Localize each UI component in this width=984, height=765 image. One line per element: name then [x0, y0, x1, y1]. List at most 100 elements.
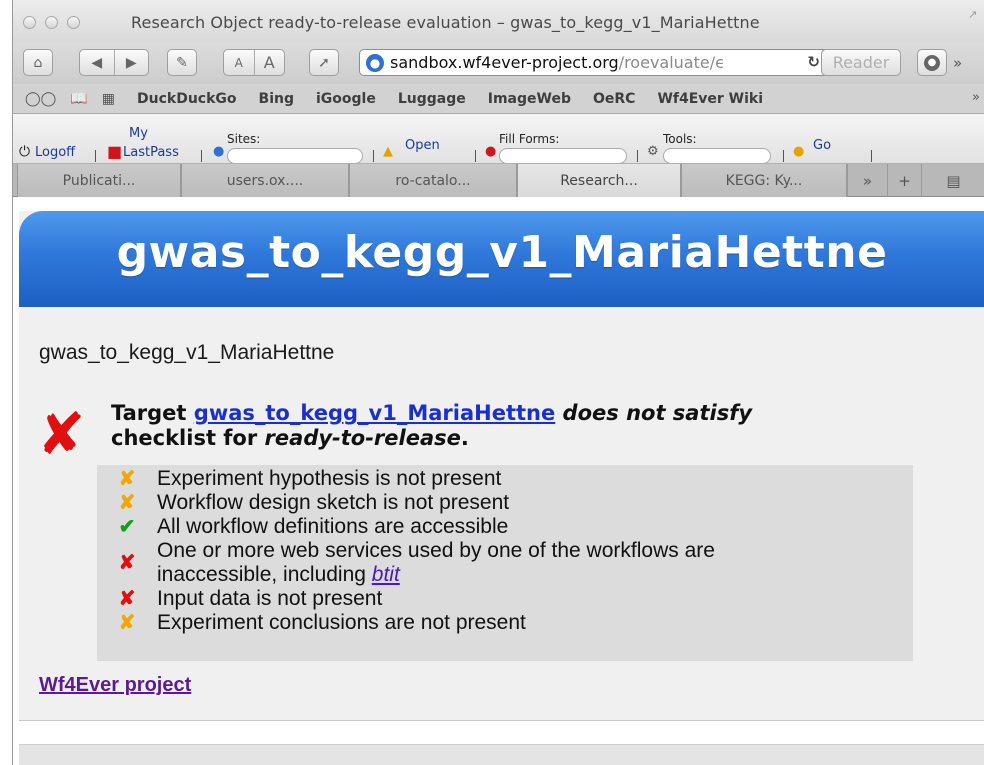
checklist-item: ✔ All workflow definitions are accessibl… — [97, 515, 913, 539]
power-icon: ⏻ — [19, 144, 31, 160]
bookmark-wf4ever-wiki[interactable]: Wf4Ever Wiki — [657, 91, 763, 107]
checklist-item-text: All workflow definitions are accessible — [157, 515, 509, 538]
lp-divider — [201, 150, 202, 162]
title-bar: Research Object ready-to-release evaluat… — [13, 0, 984, 42]
tab-kegg[interactable]: KEGG: Ky... — [681, 164, 847, 197]
checklist-item: ✘ Experiment hypothesis is not present — [97, 467, 913, 491]
lp-divider — [871, 150, 872, 162]
go-icon: ● — [793, 144, 805, 159]
bookmark-oerc[interactable]: OeRC — [593, 91, 635, 107]
fill-forms-label: Fill Forms: — [499, 132, 560, 146]
lp-divider — [475, 150, 476, 162]
tab-users-ox[interactable]: users.ox.... — [181, 164, 349, 197]
fail-cross-icon: ✘ — [118, 588, 136, 610]
bookmark-luggage[interactable]: Luggage — [398, 91, 466, 107]
new-tab-icon[interactable]: + — [887, 164, 921, 197]
checklist-item: ✘ Input data is not present — [97, 587, 913, 611]
window-title: Research Object ready-to-release evaluat… — [131, 13, 760, 32]
research-object-name: gwas_to_kegg_v1_MariaHettne — [39, 341, 335, 364]
bookmark-bing[interactable]: Bing — [259, 91, 294, 107]
tab-ro-catalog[interactable]: ro-catalo... — [349, 164, 517, 197]
close-window-button[interactable] — [23, 16, 36, 29]
lastpass-logo-icon: ■ — [107, 142, 123, 161]
title-banner: gwas_to_kegg_v1_MariaHettne — [19, 211, 984, 307]
url-host: sandbox.wf4ever-project.org — [390, 53, 619, 72]
lp-divider — [373, 150, 374, 162]
zoom-window-button[interactable] — [67, 16, 80, 29]
bookmarks-overflow-icon[interactable]: » — [972, 90, 980, 105]
lp-divider — [95, 150, 96, 162]
toolbar-overflow-icon[interactable]: » — [953, 54, 962, 72]
globe-icon: ● — [366, 53, 384, 72]
bookmark-duckduckgo[interactable]: DuckDuckGo — [137, 91, 237, 107]
sites-dropdown[interactable] — [227, 148, 363, 163]
fail-cross-icon: ✘ — [37, 400, 86, 468]
fail-cross-icon: ✘ — [118, 552, 136, 574]
fill-forms-dropdown[interactable] — [499, 148, 627, 163]
warning-cross-icon: ✘ — [118, 612, 136, 634]
status-strip — [19, 744, 984, 765]
pencil-icon: ✎ — [176, 54, 188, 71]
wf4ever-project-link[interactable]: Wf4Ever project — [39, 674, 191, 697]
edit-button[interactable]: ✎ — [167, 49, 197, 76]
lp-divider — [637, 150, 638, 162]
larger-text-button[interactable]: A — [255, 53, 285, 72]
tools-icon: ⚙ — [647, 144, 659, 159]
my-lastpass-button[interactable]: LastPass — [123, 145, 179, 160]
home-button[interactable]: ⌂ — [23, 49, 53, 76]
banner-title: gwas_to_kegg_v1_MariaHettne — [116, 227, 888, 278]
toolbar: ⌂ ◀ ▶ ✎ A A ➚ ● sandbox.wf4ever-project.… — [13, 42, 984, 84]
reload-icon[interactable]: ↻ — [807, 53, 820, 71]
checklist-item-text: Experiment conclusions are not present — [157, 611, 526, 634]
browser-window: Research Object ready-to-release evaluat… — [12, 0, 984, 765]
fullscreen-icon[interactable]: ↗ — [968, 8, 982, 22]
verdict-suffix: . — [460, 426, 469, 450]
warning-cross-icon: ✘ — [118, 468, 136, 490]
logoff-button[interactable]: Logoff — [35, 145, 75, 160]
checklist-item: ✘ One or more web services used by one o… — [97, 539, 913, 587]
forward-button[interactable]: ▶ — [115, 55, 149, 71]
minimize-window-button[interactable] — [45, 16, 58, 29]
tab-research[interactable]: Research... — [517, 164, 681, 197]
checklist-item: ✘ Experiment conclusions are not present — [97, 611, 913, 635]
go-button[interactable]: Go — [813, 138, 831, 153]
share-button[interactable]: ➚ — [309, 49, 339, 76]
checklist-results: ✘ Experiment hypothesis is not present ✘… — [97, 465, 913, 661]
checklist-item-text: Workflow design sketch is not present — [157, 491, 510, 514]
checklist-item-text: One or more web services used by one of … — [157, 539, 715, 587]
checklist-item: ✘ Workflow design sketch is not present — [97, 491, 913, 515]
top-sites-grid-icon[interactable]: ▦ — [102, 91, 115, 107]
home-icon: ⌂ — [33, 54, 43, 71]
open-button[interactable]: Open — [405, 138, 440, 153]
checklist-item-text: Experiment hypothesis is not present — [157, 467, 502, 490]
checklist-item-text: Input data is not present — [157, 587, 383, 610]
reading-list-icon[interactable]: ◯◯ — [25, 91, 56, 107]
reader-button[interactable]: Reader — [821, 49, 901, 76]
fill-forms-icon: ● — [485, 144, 497, 159]
service-link-btit[interactable]: btit — [372, 563, 400, 586]
target-link[interactable]: gwas_to_kegg_v1_MariaHettne — [194, 401, 555, 425]
back-button[interactable]: ◀ — [80, 55, 114, 71]
open-folder-icon: ▲ — [383, 144, 393, 159]
verdict-middle: does not satisfy — [555, 401, 753, 425]
extension-icon: ● — [924, 54, 940, 71]
bookmark-imageweb[interactable]: ImageWeb — [488, 91, 571, 107]
tools-dropdown[interactable] — [663, 148, 771, 163]
tab-grid-icon[interactable]: ▤ — [921, 164, 984, 197]
sites-globe-icon: ● — [213, 144, 225, 159]
tab-bar: Publicati... users.ox.... ro-catalo... R… — [13, 164, 984, 197]
address-bar[interactable]: ● sandbox.wf4ever-project.org/roevaluate… — [359, 49, 829, 76]
page-content: gwas_to_kegg_v1_MariaHettne gwas_to_kegg… — [13, 197, 984, 765]
tab-overflow-icon[interactable]: » — [847, 164, 887, 197]
url-path: /roevaluate/ϵ — [618, 53, 725, 72]
bookmarks-book-icon[interactable]: 📖 — [70, 91, 87, 107]
smaller-text-button[interactable]: A — [224, 56, 254, 70]
tab-publications[interactable]: Publicati... — [17, 164, 181, 197]
lp-divider — [783, 150, 784, 162]
extension-button[interactable]: ● — [917, 49, 947, 76]
evaluation-panel: gwas_to_kegg_v1_MariaHettne gwas_to_kegg… — [19, 211, 984, 721]
share-icon: ➚ — [318, 54, 330, 71]
check-mark-icon: ✔ — [118, 516, 136, 538]
bookmark-igoogle[interactable]: iGoogle — [316, 91, 376, 107]
checklist-item-line2: inaccessible, including — [157, 563, 372, 586]
